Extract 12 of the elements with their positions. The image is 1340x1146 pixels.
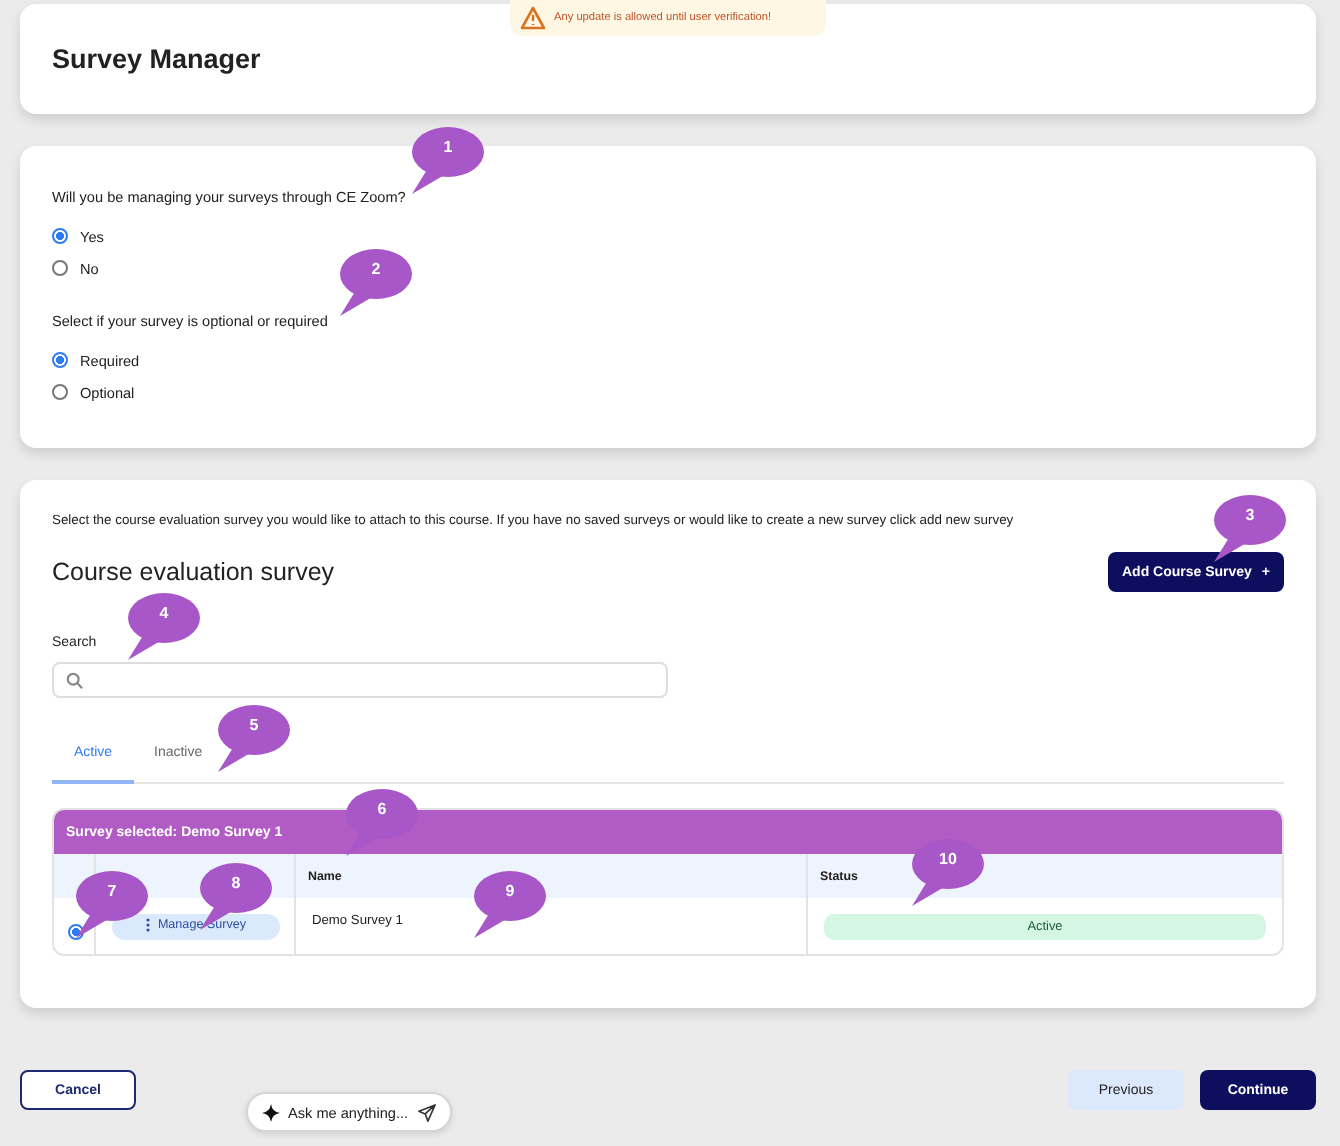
radio-button[interactable]: [52, 228, 68, 244]
sparkle-icon: [262, 1103, 280, 1121]
radio-button[interactable]: [52, 384, 68, 400]
kebab-menu-icon: [145, 918, 150, 933]
warning-icon: [520, 6, 546, 30]
search-field[interactable]: [52, 662, 668, 698]
page-title: Survey Manager: [52, 44, 263, 74]
radio-button[interactable]: [52, 260, 68, 276]
search-icon: [66, 671, 84, 689]
section-title: Course evaluation survey: [52, 558, 335, 586]
send-icon[interactable]: [418, 1103, 436, 1121]
radio-button[interactable]: [52, 352, 68, 368]
